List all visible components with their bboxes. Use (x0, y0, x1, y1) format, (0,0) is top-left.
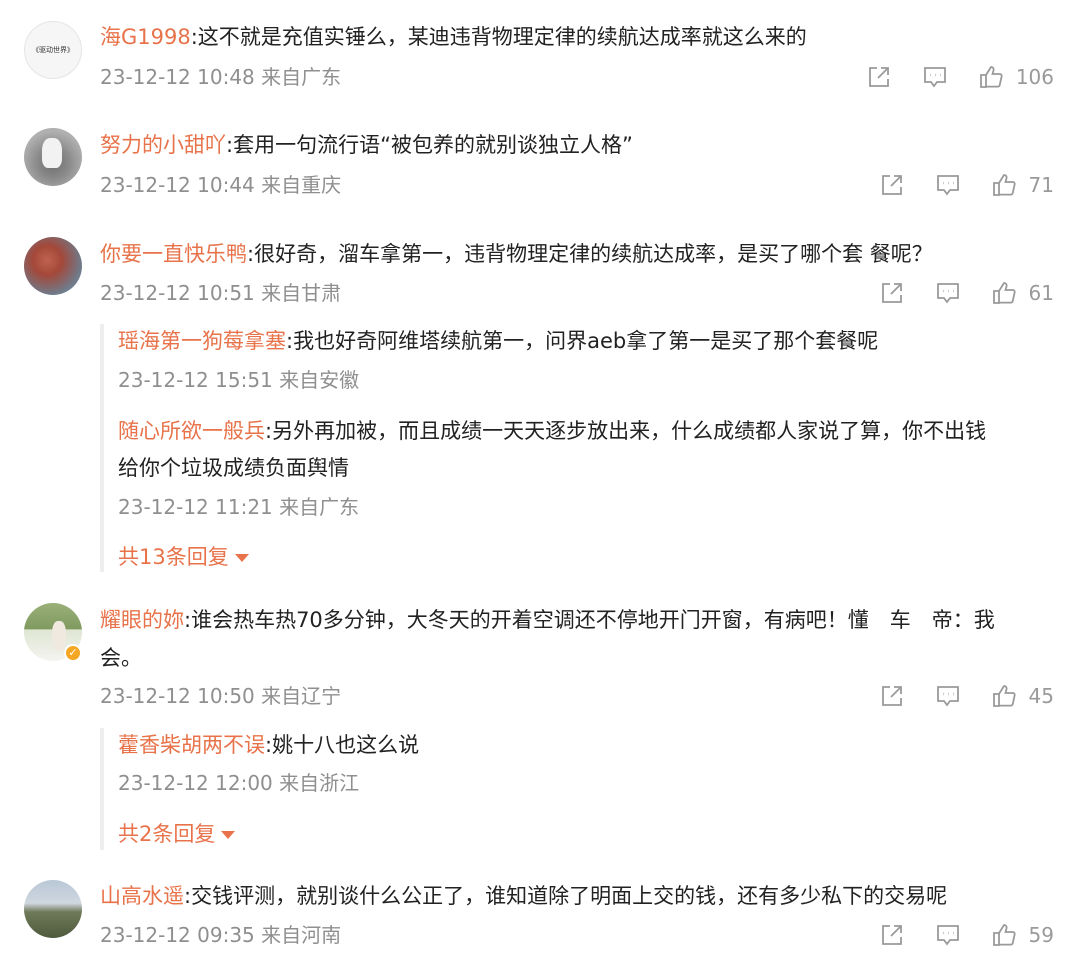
reply-thread-divider (100, 324, 104, 572)
share-icon (881, 686, 902, 706)
like-count: 45 (1028, 684, 1054, 708)
share-button[interactable] (879, 683, 905, 709)
comment-meta: 23-12-12 10:48 来自广东 (100, 65, 342, 89)
comment-button[interactable] (922, 64, 948, 90)
share-button[interactable] (866, 64, 892, 90)
comment-meta: 23-12-12 10:51 来自甘肃 (100, 281, 342, 305)
comment-icon (936, 283, 959, 304)
share-button[interactable] (879, 922, 905, 948)
reply-thread-divider (100, 728, 104, 850)
comment-icon (936, 175, 959, 196)
view-more-replies-button[interactable]: 共13条回复 (118, 541, 249, 573)
comment-body: 努力的小甜吖:套用一句流行语“被包养的就别谈独立人格” (100, 129, 633, 161)
like-button[interactable]: 106 (978, 64, 1054, 90)
username-link[interactable]: 藿香柴胡两不误 (118, 733, 265, 757)
comment-actions: 45 (879, 680, 1054, 712)
comment-actions: 71 (879, 169, 1054, 201)
share-button[interactable] (879, 280, 905, 306)
comment-button[interactable] (935, 922, 961, 948)
username-link[interactable]: 你要一直快乐鸭 (100, 242, 247, 266)
comment-meta: 23-12-12 09:35 来自河南 (100, 923, 342, 947)
reply-body: 藿香柴胡两不误:姚十八也这么说 (118, 729, 419, 761)
comment-actions: 59 (879, 919, 1054, 951)
like-count: 106 (1015, 65, 1054, 89)
reply-meta: 23-12-12 15:51 来自安徽 (118, 368, 360, 392)
thumbs-up-icon (992, 282, 1016, 304)
avatar[interactable]: 《驱动世界》 (24, 21, 82, 79)
reply-text: :姚十八也这么说 (265, 733, 420, 757)
comment-text: :套用一句流行语“被包养的就别谈独立人格” (226, 133, 633, 157)
comment-text: :谁会热车热70多分钟，大冬天的开着空调还不停地开门开窗，有病吧！懂 车 帝：我 (184, 608, 995, 632)
username-link[interactable]: 耀眼的妳 (100, 608, 184, 632)
verified-badge-icon: ✓ (64, 644, 82, 662)
comment-button[interactable] (935, 683, 961, 709)
comment-text: :很好奇，溜车拿第一，违背物理定律的续航达成率，是买了哪个套 餐呢？ (247, 242, 933, 266)
comment-text-continued: 会。 (100, 646, 142, 670)
username-link[interactable]: 山高水遥 (100, 884, 184, 908)
comment-button[interactable] (935, 280, 961, 306)
comment-body: 山高水遥:交钱评测，就别谈什么公正了，谁知道除了明面上交的钱，还有多少私下的交易… (100, 880, 947, 912)
comment-actions: 106 (866, 61, 1054, 93)
comment-text: :交钱评测，就别谈什么公正了，谁知道除了明面上交的钱，还有多少私下的交易呢 (184, 884, 948, 908)
comment-actions: 61 (879, 277, 1054, 309)
avatar[interactable] (24, 128, 82, 186)
like-button[interactable]: 71 (991, 172, 1054, 198)
comment-body: 海G1998:这不就是充值实锤么，某迪违背物理定律的续航达成率就这么来的 (100, 21, 807, 53)
comment-meta: 23-12-12 10:44 来自重庆 (100, 173, 342, 197)
avatar-figure (52, 621, 66, 651)
reply-text: :我也好奇阿维塔续航第一，问界aeb拿了第一是买了那个套餐呢 (286, 329, 879, 353)
comment-body: 你要一直快乐鸭:很好奇，溜车拿第一，违背物理定律的续航达成率，是买了哪个套 餐呢… (100, 238, 933, 270)
thumbs-up-icon (992, 685, 1016, 707)
username-link[interactable]: 瑶海第一狗莓拿塞 (118, 329, 286, 353)
comment-icon (936, 925, 959, 946)
more-replies-label: 共13条回复 (118, 545, 229, 569)
thumbs-up-icon (979, 66, 1003, 88)
comment-text: :这不就是充值实锤么，某迪违背物理定律的续航达成率就这么来的 (190, 25, 807, 49)
avatar[interactable] (24, 880, 82, 938)
share-icon (881, 175, 902, 195)
share-icon (868, 67, 889, 87)
reply-meta: 23-12-12 12:00 来自浙江 (118, 771, 360, 795)
like-count: 71 (1028, 173, 1054, 197)
comment-meta: 23-12-12 10:50 来自辽宁 (100, 684, 342, 708)
reply-body: 随心所欲一般兵:另外再加被，而且成绩一天天逐步放出来，什么成绩都人家说了算，你不… (118, 415, 986, 447)
more-replies-label: 共2条回复 (118, 822, 216, 846)
username-link[interactable]: 努力的小甜吖 (100, 133, 226, 157)
like-button[interactable]: 59 (991, 922, 1054, 948)
share-button[interactable] (879, 172, 905, 198)
like-button[interactable]: 61 (991, 280, 1054, 306)
comment-icon (923, 67, 946, 88)
thumbs-up-icon (992, 924, 1016, 946)
avatar-logo-text: 《驱动世界》 (32, 46, 74, 54)
view-more-replies-button[interactable]: 共2条回复 (118, 818, 236, 850)
reply-text: :另外再加被，而且成绩一天天逐步放出来，什么成绩都人家说了算，你不出钱 (265, 419, 987, 443)
reply-text-continued: 给你个垃圾成绩负面舆情 (118, 456, 349, 480)
avatar-figure (42, 138, 62, 168)
caret-down-icon (221, 831, 236, 839)
like-count: 59 (1028, 923, 1054, 947)
reply-body: 瑶海第一狗莓拿塞:我也好奇阿维塔续航第一，问界aeb拿了第一是买了那个套餐呢 (118, 325, 878, 357)
avatar[interactable] (24, 237, 82, 295)
comment-button[interactable] (935, 172, 961, 198)
like-button[interactable]: 45 (991, 683, 1054, 709)
like-count: 61 (1028, 281, 1054, 305)
caret-down-icon (234, 554, 249, 562)
username-link[interactable]: 随心所欲一般兵 (118, 419, 265, 443)
comment-body: 耀眼的妳:谁会热车热70多分钟，大冬天的开着空调还不停地开门开窗，有病吧！懂 车… (100, 604, 995, 636)
share-icon (881, 283, 902, 303)
comment-icon (936, 686, 959, 707)
thumbs-up-icon (992, 174, 1016, 196)
share-icon (881, 925, 902, 945)
reply-meta: 23-12-12 11:21 来自广东 (118, 495, 360, 519)
username-link[interactable]: 海G1998 (100, 25, 191, 49)
